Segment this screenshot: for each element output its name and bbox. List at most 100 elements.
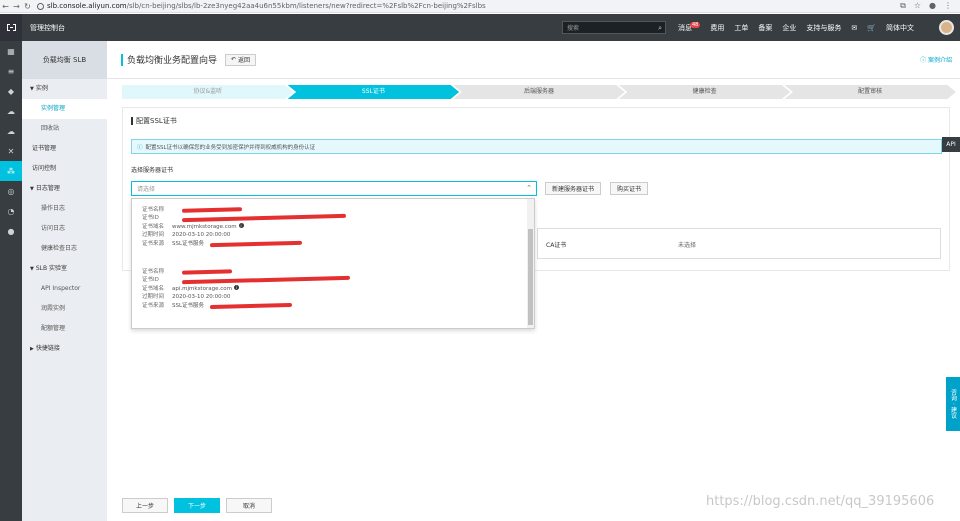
sidebar-item-api-inspector[interactable]: API Inspector — [22, 279, 107, 299]
cloud-upload-icon[interactable]: ☁ — [0, 121, 22, 141]
cloud-icon[interactable]: ☁ — [0, 101, 22, 121]
sidebar-group-lab[interactable]: ▼ SLB 实验室 — [22, 259, 107, 279]
list-icon[interactable]: ≡ — [0, 61, 22, 81]
sidebar-item-instance-manage[interactable]: 实例管理 — [22, 99, 107, 119]
cert-source-key: 证书来源 — [142, 302, 165, 309]
step-ssl-cert[interactable]: SSL证书 — [287, 85, 460, 99]
select-placeholder: 请选择 — [137, 186, 156, 193]
nav-support[interactable]: 支持与服务 — [806, 23, 841, 33]
api-tab[interactable]: API — [942, 137, 960, 152]
mail-icon[interactable]: ✉ — [851, 24, 857, 32]
sidebar-group-shortcut[interactable]: ▶ 快捷链接 — [22, 339, 107, 359]
sidebar-group-label: SLB 实验室 — [35, 265, 68, 272]
sidebar-item-preset-instance[interactable]: 润霞实例 — [22, 299, 107, 319]
logo-icon — [6, 24, 16, 31]
main-content: 负载均衡业务配置向导 ↶ 返回 ⓘ 案例介绍 协议&监听 SSL证书 后端服务器 … — [107, 41, 960, 521]
undo-icon: ↶ — [231, 56, 237, 63]
ca-cert-label: CA证书 — [546, 242, 567, 249]
server-cert-label: 选择服务器证书 — [131, 167, 174, 174]
star-icon[interactable]: ☆ — [914, 1, 921, 11]
menu-icon[interactable]: ⋮ — [944, 1, 952, 11]
redaction-mark — [209, 302, 293, 309]
forward-arrow-icon[interactable]: → — [11, 2, 22, 11]
nav-tickets[interactable]: 工单 — [734, 23, 748, 33]
disk-icon[interactable]: ◔ — [0, 201, 22, 221]
url-host: slb.console.aliyun.com — [47, 2, 127, 10]
avatar[interactable] — [939, 20, 954, 35]
cert-expire: 2020-03-10 20:00:00 — [172, 294, 231, 301]
back-arrow-icon[interactable]: ← — [0, 2, 11, 11]
sidebar-item-health-log[interactable]: 健康检查日志 — [22, 239, 107, 259]
sidebar-item-cert-manage[interactable]: 证书管理 — [22, 139, 107, 159]
redaction-mark — [181, 214, 347, 223]
step-protocol-listener[interactable]: 协议&监听 — [122, 85, 294, 99]
sidebar-item-config-manage[interactable]: 配额管理 — [22, 319, 107, 339]
cert-option[interactable]: 证书名称 证书ID 证书域名 api.mjmkstorage.com i 过期时间 2… — [142, 268, 351, 310]
caret-down-icon: ▼ — [30, 266, 34, 272]
nav-icp[interactable]: 备案 — [758, 23, 772, 33]
messages-badge: 48 — [690, 21, 701, 28]
search-icon[interactable]: ⌕ — [658, 24, 662, 33]
redaction-mark — [181, 276, 351, 285]
chevron-up-icon: ⌃ — [526, 184, 532, 192]
grid-icon[interactable]: ▦ — [0, 41, 22, 61]
back-button[interactable]: ↶ 返回 — [225, 53, 257, 66]
prev-step-button[interactable]: 上一步 — [122, 498, 168, 513]
shield-icon[interactable]: ◆ — [0, 81, 22, 101]
sidebar-item-access-log[interactable]: 访问日志 — [22, 219, 107, 239]
address-bar[interactable]: slb.console.aliyun.com /slb/cn-beijing/s… — [37, 2, 486, 10]
globe-icon[interactable]: ◎ — [0, 181, 22, 201]
cancel-button[interactable]: 取消 — [226, 498, 272, 513]
consult-suggest-tab[interactable]: 咨询 · 建议 — [946, 377, 960, 431]
language-switch[interactable]: 简体中文 — [886, 23, 914, 33]
scroll-thumb[interactable] — [528, 229, 533, 325]
nav-fees[interactable]: 费用 — [710, 23, 724, 33]
step-backend-servers[interactable]: 后端服务器 — [453, 85, 625, 99]
search-input[interactable]: 搜索 ⌕ — [562, 21, 666, 34]
cert-id-key: 证书ID — [142, 277, 159, 284]
server-cert-select[interactable]: 请选择 ⌃ — [131, 181, 537, 196]
slb-icon[interactable]: ⁂ — [0, 161, 22, 181]
messages-link[interactable]: 消息48 — [678, 21, 701, 33]
info-alert-text: 配置SSL证书以确保您的业务受到加密保护并得到权威机构的身份认证 — [145, 144, 316, 151]
sidebar-group-log[interactable]: ▼ 日志管理 — [22, 179, 107, 199]
cert-source: SSL证书服务 — [172, 302, 205, 309]
console-title[interactable]: 管理控制台 — [30, 23, 65, 33]
title-accent — [121, 53, 123, 66]
cert-expire: 2020-03-10 20:00:00 — [172, 232, 231, 239]
aliyun-logo[interactable] — [0, 14, 22, 41]
help-link[interactable]: ⓘ 案例介绍 — [920, 55, 952, 64]
redaction-mark — [209, 240, 303, 247]
cert-id-key: 证书ID — [142, 215, 159, 222]
dropdown-scrollbar[interactable] — [527, 199, 534, 328]
nav-enterprise[interactable]: 企业 — [782, 23, 796, 33]
next-step-button[interactable]: 下一步 — [174, 498, 220, 513]
cert-option[interactable]: 证书名称 证书ID 证书域名 www.mjmkstorage.com i 过期时间 2… — [142, 206, 347, 248]
cross-icon[interactable]: ✕ — [0, 141, 22, 161]
sidebar-group-instance[interactable]: ▼ 实例 — [22, 79, 107, 99]
sidebar-item-operation-log[interactable]: 操作日志 — [22, 199, 107, 219]
sidebar-title: 负载均衡 SLB — [22, 41, 107, 79]
reload-icon[interactable]: ↻ — [22, 2, 33, 11]
cert-source-key: 证书来源 — [142, 240, 165, 247]
search-placeholder: 搜索 — [567, 25, 580, 32]
cert-name-key: 证书名称 — [142, 207, 165, 213]
ca-cert-row: CA证书 未选择 — [537, 228, 941, 259]
translate-icon[interactable]: ⧉ — [900, 1, 906, 11]
cert-source: SSL证书服务 — [172, 240, 205, 247]
top-navigation: 管理控制台 搜索 ⌕ 消息48 费用 工单 备案 企业 支持与服务 ✉ 🛒 简体… — [0, 14, 960, 41]
cert-expire-key: 过期时间 — [142, 294, 165, 301]
account-icon[interactable]: ● — [929, 1, 936, 11]
cart-icon[interactable]: 🛒 — [867, 24, 876, 32]
sidebar-item-access-control[interactable]: 访问控制 — [22, 159, 107, 179]
cert-domain: www.mjmkstorage.com — [172, 223, 237, 230]
step-health-check[interactable]: 健康检查 — [618, 85, 791, 99]
circle-icon[interactable]: ● — [0, 221, 22, 241]
url-path: /slb/cn-beijing/slbs/lb-2ze3nyeg42aa4u6n… — [126, 2, 486, 10]
buy-cert-button[interactable]: 购买证书 — [610, 182, 649, 195]
page-title: 负载均衡业务配置向导 — [127, 56, 218, 66]
sidebar-item-recycle-bin[interactable]: 回收站 — [22, 119, 107, 139]
wizard-steps: 协议&监听 SSL证书 后端服务器 健康检查 配置审核 — [122, 85, 956, 99]
new-server-cert-button[interactable]: 新建服务器证书 — [545, 182, 602, 195]
step-review[interactable]: 配置审核 — [784, 85, 956, 99]
